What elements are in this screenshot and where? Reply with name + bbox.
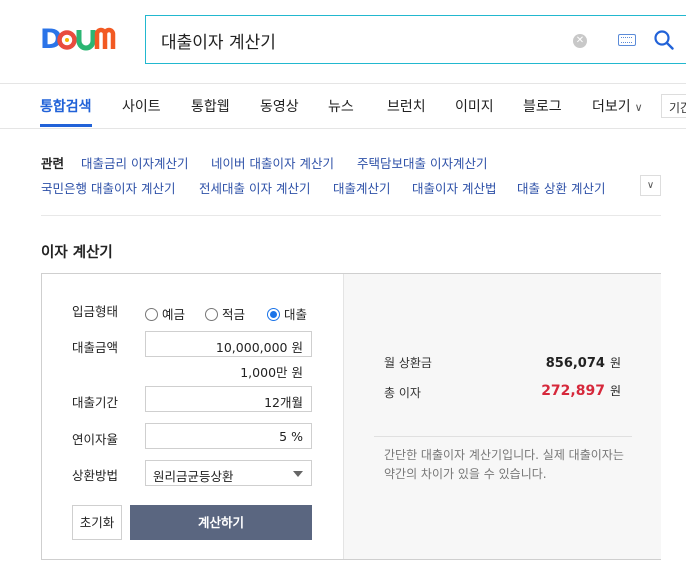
amount-hint: 1,000만 원	[240, 365, 303, 380]
period-value: 12개월	[264, 395, 303, 410]
radio-loan[interactable]: 대출	[267, 304, 307, 323]
tab-web[interactable]: 통합웹	[191, 96, 230, 116]
tab-brunch[interactable]: 브런치	[387, 96, 426, 116]
amount-input[interactable]: 10,000,000 원	[145, 331, 312, 357]
amount-value: 10,000,000	[215, 340, 288, 355]
result-divider	[374, 436, 632, 437]
related-link[interactable]: 대출금리 이자계산기	[81, 153, 188, 172]
method-value: 원리금균등상환	[153, 469, 234, 484]
amount-label: 대출금액	[72, 340, 119, 355]
related-link[interactable]: 전세대출 이자 계산기	[199, 178, 310, 197]
monthly-payment-label: 월 상환금	[384, 356, 432, 370]
tab-video[interactable]: 동영상	[260, 96, 299, 116]
tab-site[interactable]: 사이트	[122, 96, 161, 116]
tab-images[interactable]: 이미지	[455, 96, 494, 116]
radio-circle-icon	[205, 308, 218, 321]
tab-news[interactable]: 뉴스	[328, 96, 354, 116]
calculate-button[interactable]: 계산하기	[130, 505, 312, 540]
period-filter[interactable]: 기간	[661, 94, 686, 118]
total-interest-value: 272,897 원	[541, 382, 621, 399]
amount-unit: 원	[291, 340, 303, 355]
search-input[interactable]	[161, 27, 541, 53]
related-link[interactable]: 대출계산기	[333, 178, 391, 197]
keyboard-icon[interactable]	[618, 34, 636, 46]
clear-icon[interactable]: ✕	[573, 34, 587, 48]
method-label: 상환방법	[72, 468, 119, 483]
related-link[interactable]: 네이버 대출이자 계산기	[211, 153, 334, 172]
deposit-type-label: 입금형태	[72, 304, 119, 319]
tabs-divider	[0, 128, 686, 129]
radio-savings[interactable]: 적금	[205, 304, 245, 323]
radio-deposit[interactable]: 예금	[145, 304, 185, 323]
rate-unit: %	[291, 429, 303, 444]
total-interest-label: 총 이자	[384, 386, 421, 400]
related-divider	[41, 215, 661, 216]
result-panel: 월 상환금 856,074 원 총 이자 272,897 원 간단한 대출이자 계산…	[343, 274, 661, 559]
search-box[interactable]: ✕	[145, 15, 686, 64]
tab-more[interactable]: 더보기 ∨	[592, 96, 643, 116]
tab-blog[interactable]: 블로그	[523, 96, 562, 116]
search-icon[interactable]	[654, 30, 674, 50]
total-interest-unit: 원	[609, 384, 621, 398]
tab-all[interactable]: 통합검색	[40, 96, 92, 116]
related-link[interactable]: 대출 상환 계산기	[517, 178, 605, 197]
calculator-panel: 입금형태 예금 적금 대출 대출금액 10,000,000 원 1,000만 원 …	[41, 273, 661, 560]
chevron-down-icon[interactable]: ∨	[640, 175, 661, 196]
chevron-down-icon: ∨	[634, 101, 643, 114]
method-select[interactable]: 원리금균등상환	[145, 460, 312, 486]
total-interest-number: 272,897	[541, 383, 605, 399]
search-tabs: 통합검색 사이트 통합웹 동영상 뉴스 브런치 이미지 블로그 더보기∨ 기간	[0, 84, 686, 128]
radio-label: 예금	[162, 307, 186, 322]
calculator-note: 간단한 대출이자 계산기입니다. 실제 대출이자는 약간의 차이가 있을 수 있…	[384, 448, 624, 481]
radio-label: 대출	[284, 307, 308, 322]
related-title: 관련	[41, 156, 65, 171]
monthly-payment-number: 856,074	[545, 356, 605, 371]
monthly-payment-unit: 원	[609, 356, 621, 370]
tab-more-label: 더보기	[592, 99, 631, 115]
rate-value: 5	[279, 429, 288, 444]
related-link[interactable]: 대출이자 계산법	[412, 178, 496, 197]
rate-input[interactable]: 5%	[145, 423, 312, 449]
daum-logo[interactable]: D	[40, 24, 126, 52]
radio-checked-icon	[267, 308, 280, 321]
related-link[interactable]: 국민은행 대출이자 계산기	[41, 178, 175, 197]
radio-circle-icon	[145, 308, 158, 321]
period-input[interactable]: 12개월	[145, 386, 312, 412]
rate-label: 연이자율	[72, 432, 119, 447]
caret-down-icon	[293, 471, 303, 477]
related-link[interactable]: 주택담보대출 이자계산기	[357, 153, 487, 172]
monthly-payment-value: 856,074 원	[546, 354, 621, 371]
radio-label: 적금	[222, 307, 246, 322]
reset-button[interactable]: 초기화	[72, 505, 122, 540]
calculator-title: 이자 계산기	[41, 245, 113, 261]
active-tab-indicator	[40, 124, 92, 127]
period-label: 대출기간	[72, 395, 119, 410]
